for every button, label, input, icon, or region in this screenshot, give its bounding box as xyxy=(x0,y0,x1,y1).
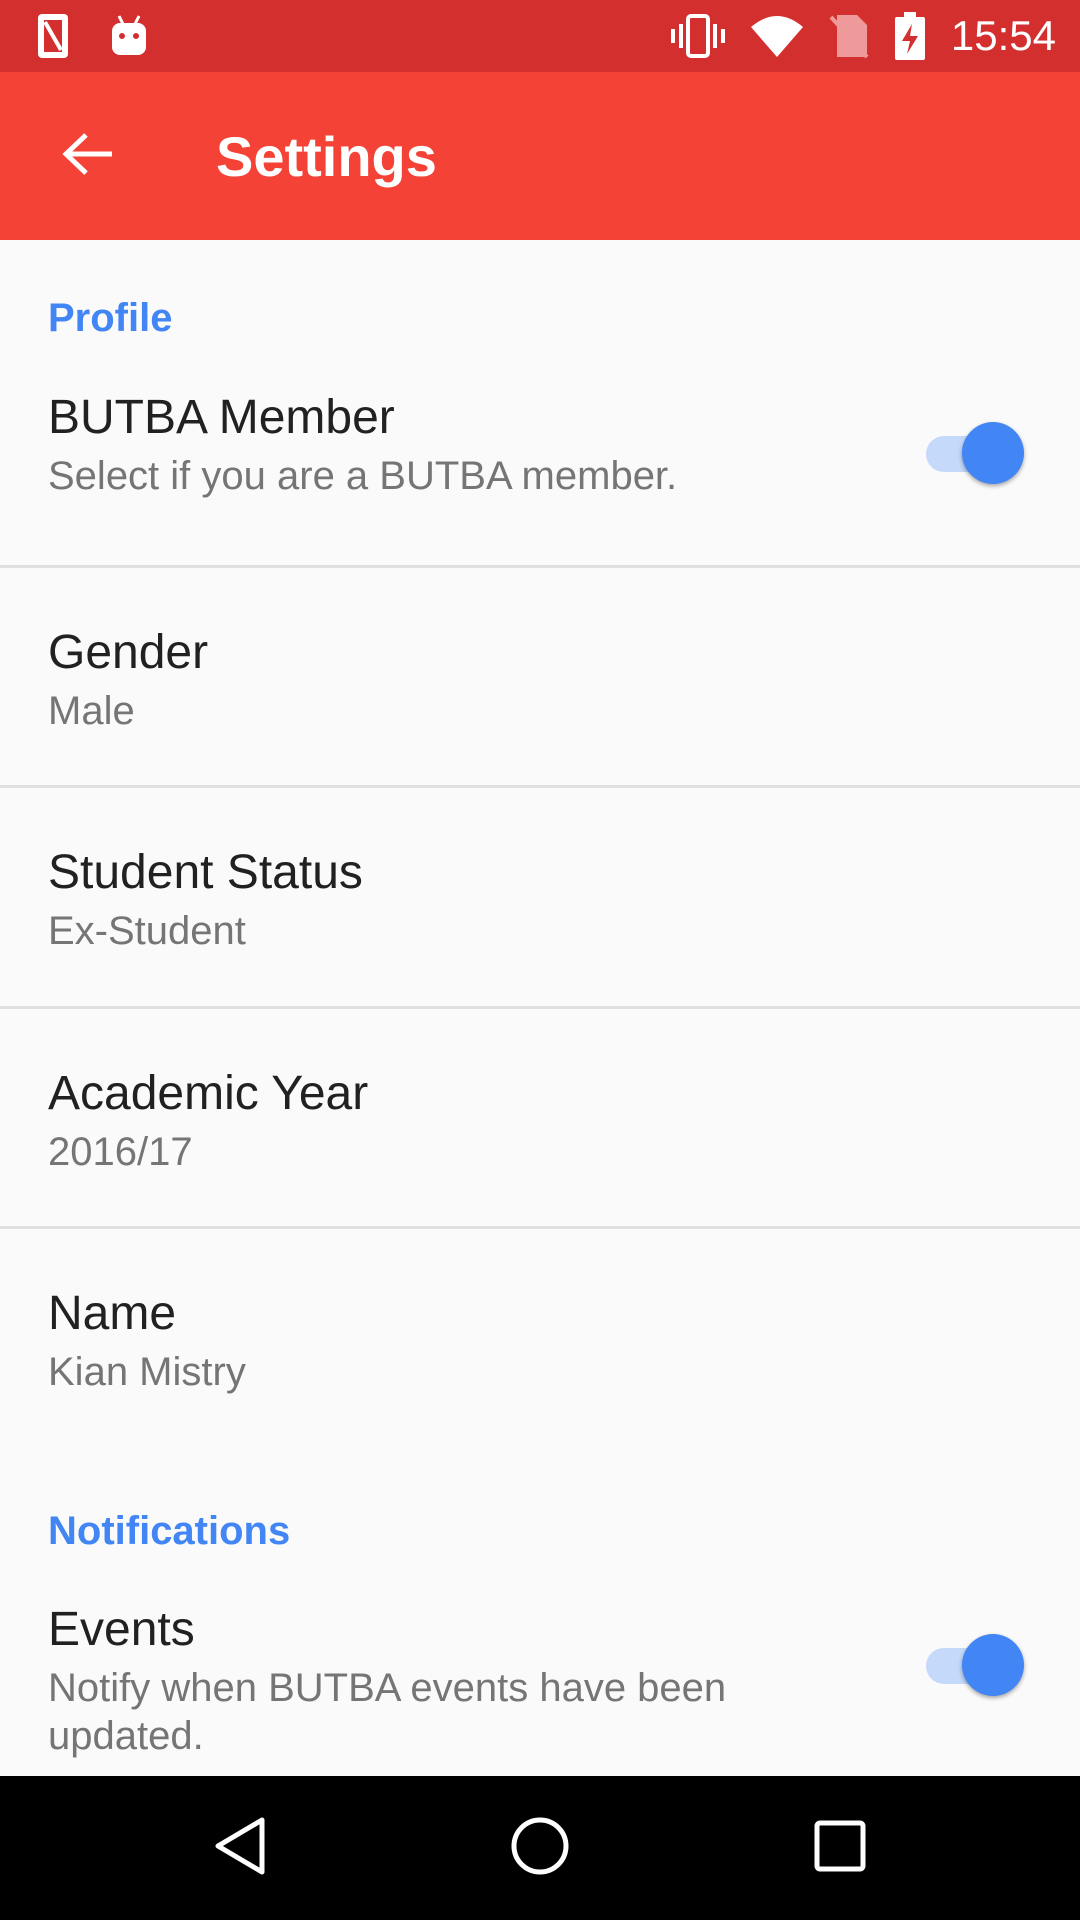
page-title: Settings xyxy=(216,125,437,188)
switch-thumb xyxy=(962,422,1024,484)
pref-summary: Select if you are a BUTBA member. xyxy=(48,454,678,498)
nav-home-button[interactable] xyxy=(504,1812,576,1884)
settings-list: Profile BUTBA Member Select if you are a… xyxy=(0,240,1080,1776)
divider xyxy=(0,1006,1080,1009)
arrow-back-icon xyxy=(62,132,114,181)
pref-summary: Notify when BUTBA events have been updat… xyxy=(48,1666,727,1758)
pref-summary: Ex-Student xyxy=(48,909,246,953)
no-sim-icon xyxy=(829,13,869,59)
back-button[interactable] xyxy=(52,120,124,192)
back-triangle-icon xyxy=(212,1816,268,1881)
recents-square-icon xyxy=(813,1819,867,1878)
butba-member-switch[interactable] xyxy=(922,422,1024,486)
divider xyxy=(0,1226,1080,1229)
android-debug-icon xyxy=(110,14,148,58)
pref-events[interactable]: Events Notify when BUTBA events have bee… xyxy=(0,1602,1080,1776)
pref-summary: Kian Mistry xyxy=(48,1350,246,1394)
divider xyxy=(0,565,1080,568)
pref-title: BUTBA Member xyxy=(48,391,395,444)
switch-thumb xyxy=(962,1634,1024,1696)
nav-recents-button[interactable] xyxy=(804,1812,876,1884)
pref-summary: Male xyxy=(48,689,135,733)
vibrate-icon xyxy=(670,14,725,58)
app-bar: Settings xyxy=(0,72,1080,240)
pref-title: Events xyxy=(48,1603,195,1656)
nav-back-button[interactable] xyxy=(204,1812,276,1884)
pref-title: Gender xyxy=(48,626,209,679)
category-notifications: Notifications xyxy=(48,1509,291,1553)
events-switch[interactable] xyxy=(922,1634,1024,1698)
pref-title: Name xyxy=(48,1287,177,1340)
pref-name[interactable]: Name Kian Mistry xyxy=(0,1286,1080,1436)
wifi-icon xyxy=(750,15,803,57)
pref-academic-year[interactable]: Academic Year 2016/17 xyxy=(0,1066,1080,1216)
pref-butba-member[interactable]: BUTBA Member Select if you are a BUTBA m… xyxy=(0,390,1080,556)
pref-gender[interactable]: Gender Male xyxy=(0,625,1080,775)
sim-card-icon xyxy=(36,12,70,60)
pref-title: Academic Year xyxy=(48,1067,369,1120)
home-circle-icon xyxy=(510,1816,570,1881)
pref-title: Student Status xyxy=(48,846,363,899)
navigation-bar xyxy=(0,1776,1080,1920)
divider xyxy=(0,785,1080,788)
battery-charging-icon xyxy=(894,12,925,60)
status-clock: 15:54 xyxy=(950,12,1056,59)
category-profile: Profile xyxy=(48,296,173,340)
status-bar: 15:54 xyxy=(0,0,1080,72)
pref-summary: 2016/17 xyxy=(48,1130,193,1174)
pref-student-status[interactable]: Student Status Ex-Student xyxy=(0,845,1080,995)
